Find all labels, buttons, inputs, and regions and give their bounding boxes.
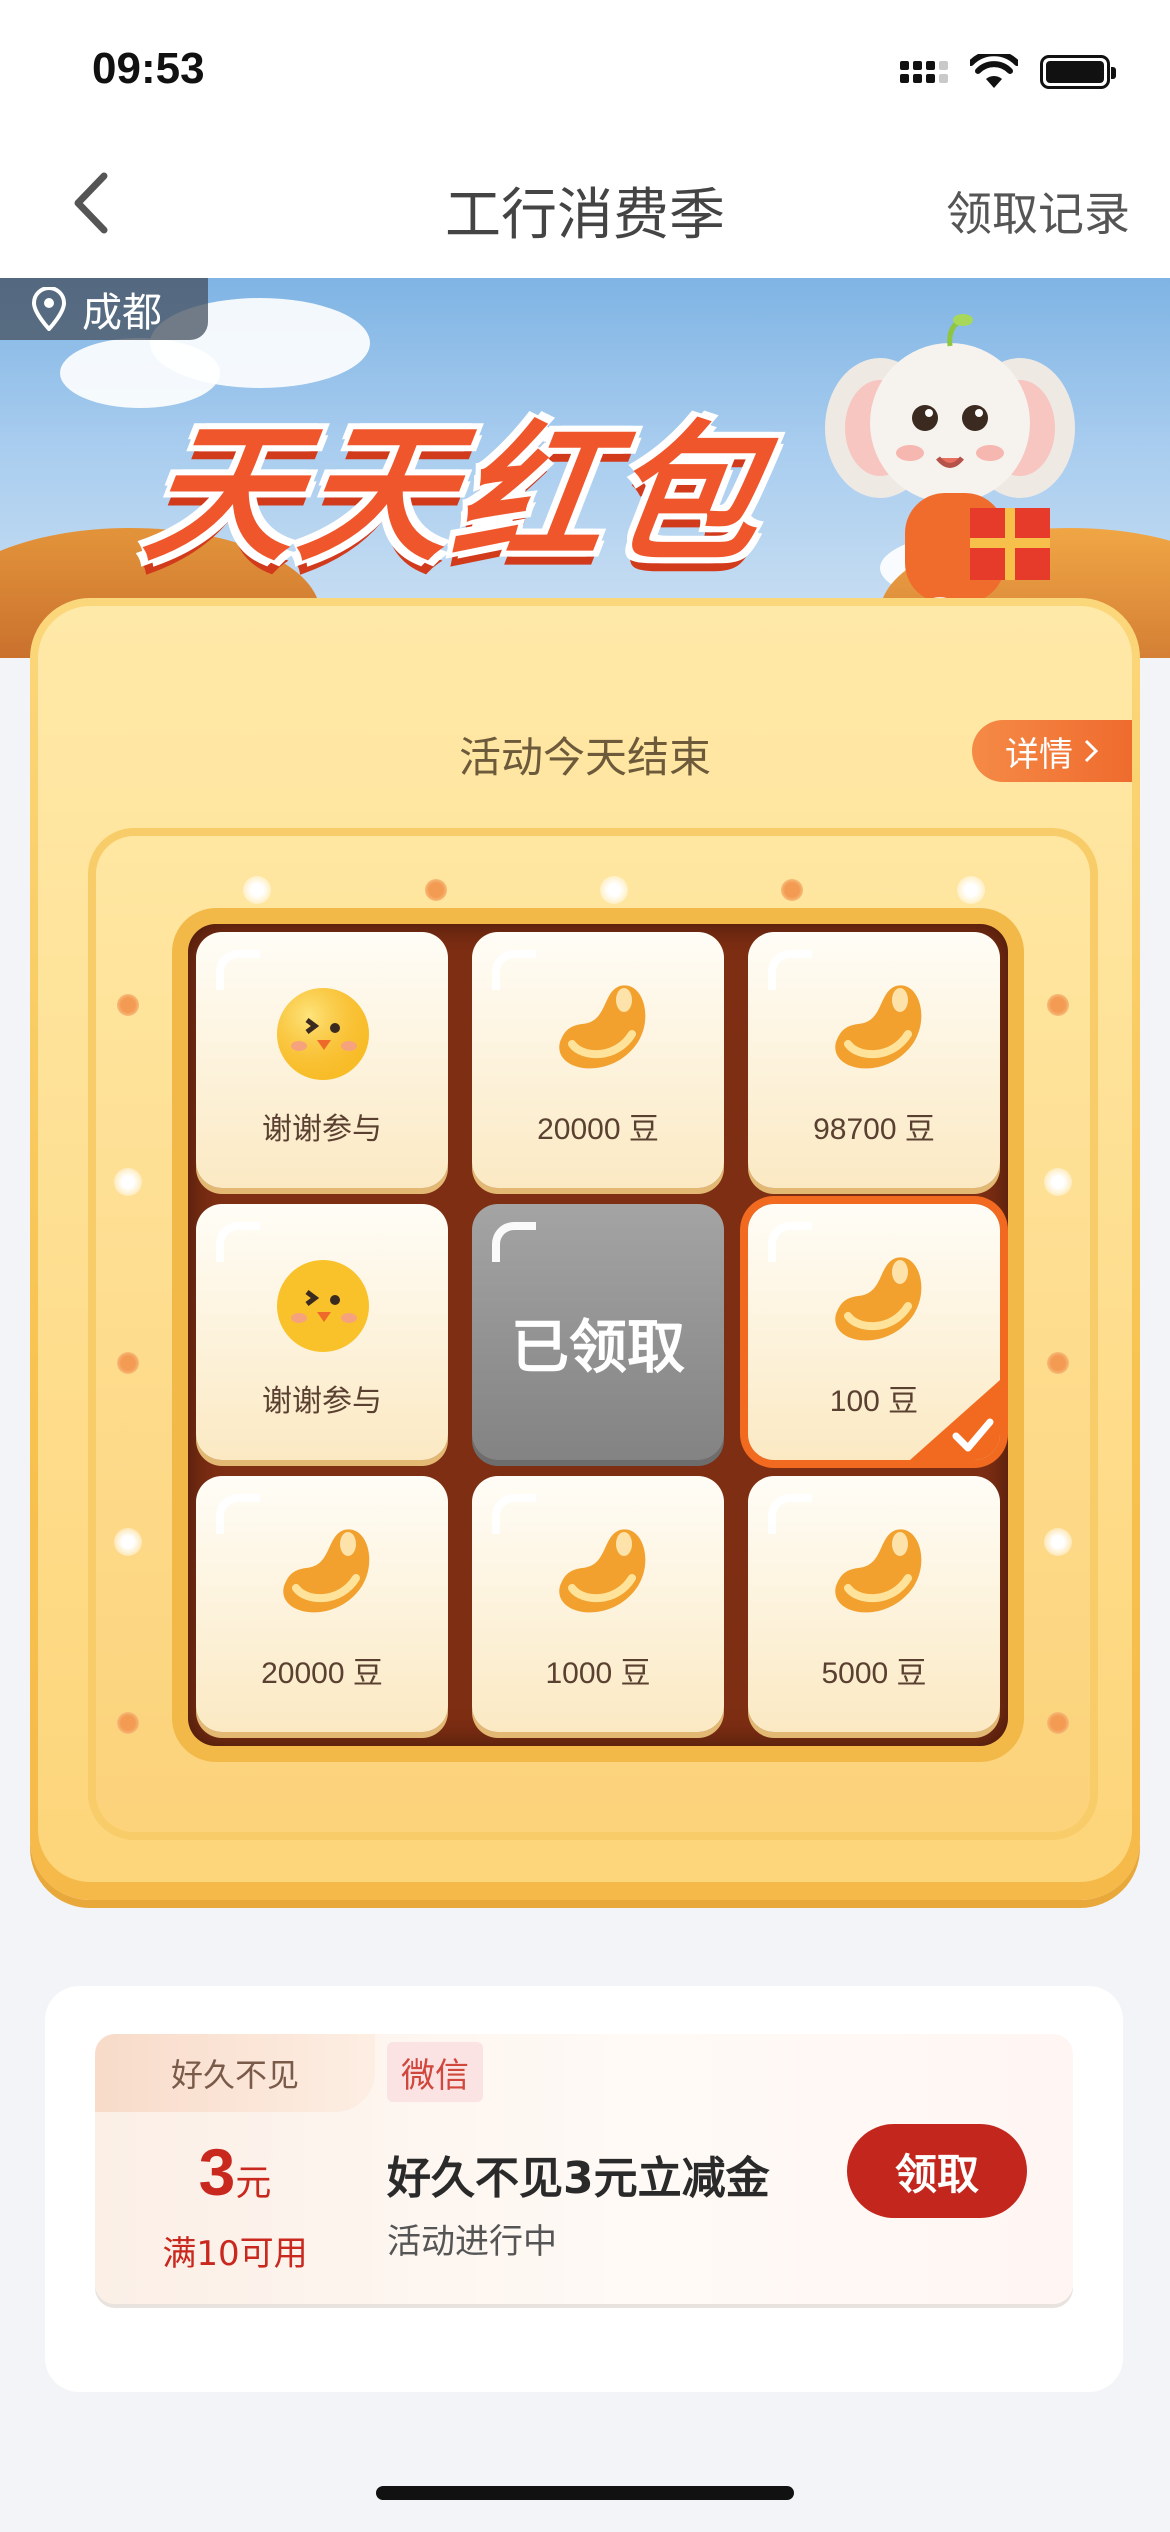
- coupon-tag: 好久不见: [95, 2034, 375, 2112]
- prize-label: 20000 豆: [261, 1657, 383, 1690]
- frame-light: [425, 879, 447, 901]
- prize-cell[interactable]: 5000 豆: [748, 1476, 1000, 1732]
- claim-button[interactable]: 领取: [847, 2124, 1027, 2218]
- bean-icon: [835, 1529, 922, 1613]
- coupon-card: 好久不见 3元 满10可用 微信 好久不见3元立减金 活动进行中 领取: [95, 2034, 1073, 2304]
- location-selector[interactable]: 成都: [0, 278, 208, 340]
- activity-status-text: 活动今天结束: [458, 733, 711, 782]
- detail-label: 详情: [1005, 734, 1073, 775]
- home-indicator: [376, 2486, 794, 2500]
- coupon-status: 活动进行中: [387, 2222, 557, 2262]
- frame-light: [781, 879, 803, 901]
- bean-icon: [559, 985, 646, 1069]
- prize-grid: 谢谢参与 20000 豆 98700 豆 谢谢参与 已领取 100 豆 2000…: [188, 924, 1008, 1746]
- frame-light: [117, 1352, 139, 1374]
- frame-light: [117, 1712, 139, 1734]
- nav-bar: 工行消费季 领取记录: [0, 140, 1170, 278]
- prize-label: 1000 豆: [545, 1657, 651, 1690]
- coupon-amount-unit: 元: [235, 2163, 272, 2204]
- wifi-icon: [970, 54, 1018, 88]
- prize-label: 谢谢参与: [262, 1113, 382, 1146]
- coupon-amount: 3元: [95, 2134, 375, 2210]
- frame-light: [114, 1528, 142, 1556]
- chick-icon: [277, 1260, 369, 1352]
- status-bar: 09:53: [0, 0, 1170, 140]
- coupon-amount-value: 3: [198, 2135, 236, 2209]
- coupon-title: 好久不见3元立减金: [387, 2153, 770, 2204]
- frame-light: [117, 994, 139, 1016]
- coupon-source-badge: 微信: [387, 2042, 483, 2102]
- frame-light: [957, 876, 985, 904]
- claim-record-link[interactable]: 领取记录: [946, 178, 1130, 244]
- bean-icon: [559, 1529, 646, 1613]
- coupon-condition: 满10可用: [162, 2234, 308, 2274]
- prize-cell[interactable]: 1000 豆: [472, 1476, 724, 1732]
- frame-light: [1047, 994, 1069, 1016]
- frame-light: [1044, 1528, 1072, 1556]
- cellular-signal-icon: [900, 61, 948, 83]
- prize-cell-selected[interactable]: 100 豆: [748, 1204, 1000, 1460]
- elephant-mascot-icon: [825, 314, 1075, 629]
- location-label: 成都: [82, 290, 162, 336]
- frame-light: [1044, 1168, 1072, 1196]
- prize-label: 5000 豆: [821, 1657, 927, 1690]
- battery-icon: [1040, 55, 1116, 89]
- frame-light: [243, 876, 271, 904]
- status-time: 09:53: [92, 44, 205, 93]
- checkmark-icon: [910, 1380, 1000, 1460]
- prize-cell[interactable]: 98700 豆: [748, 932, 1000, 1188]
- prize-cell[interactable]: 20000 豆: [196, 1476, 448, 1732]
- bean-icon: [835, 1257, 922, 1341]
- status-icons: [900, 54, 1116, 90]
- frame-light: [1047, 1352, 1069, 1374]
- bean-icon: [283, 1529, 370, 1613]
- prize-cell[interactable]: 谢谢参与: [196, 932, 448, 1188]
- chick-icon: [277, 988, 369, 1080]
- coupon-panel: 好久不见 3元 满10可用 微信 好久不见3元立减金 活动进行中 领取: [45, 1986, 1123, 2392]
- claimed-center-cell: 已领取: [472, 1204, 724, 1460]
- chevron-right-icon: [1084, 739, 1099, 763]
- banner-title: 天天红包: [135, 408, 777, 582]
- location-pin-icon: [31, 287, 67, 331]
- detail-button[interactable]: 详情: [972, 720, 1132, 782]
- prize-label: 98700 豆: [813, 1113, 935, 1146]
- claimed-label: 已领取: [510, 1313, 685, 1381]
- frame-light: [1047, 1712, 1069, 1734]
- frame-light: [600, 876, 628, 904]
- prize-cell[interactable]: 谢谢参与: [196, 1204, 448, 1460]
- prize-cell[interactable]: 20000 豆: [472, 932, 724, 1188]
- frame-light: [114, 1168, 142, 1196]
- bean-icon: [835, 985, 922, 1069]
- prize-label: 谢谢参与: [262, 1385, 382, 1418]
- prize-label: 20000 豆: [537, 1113, 659, 1146]
